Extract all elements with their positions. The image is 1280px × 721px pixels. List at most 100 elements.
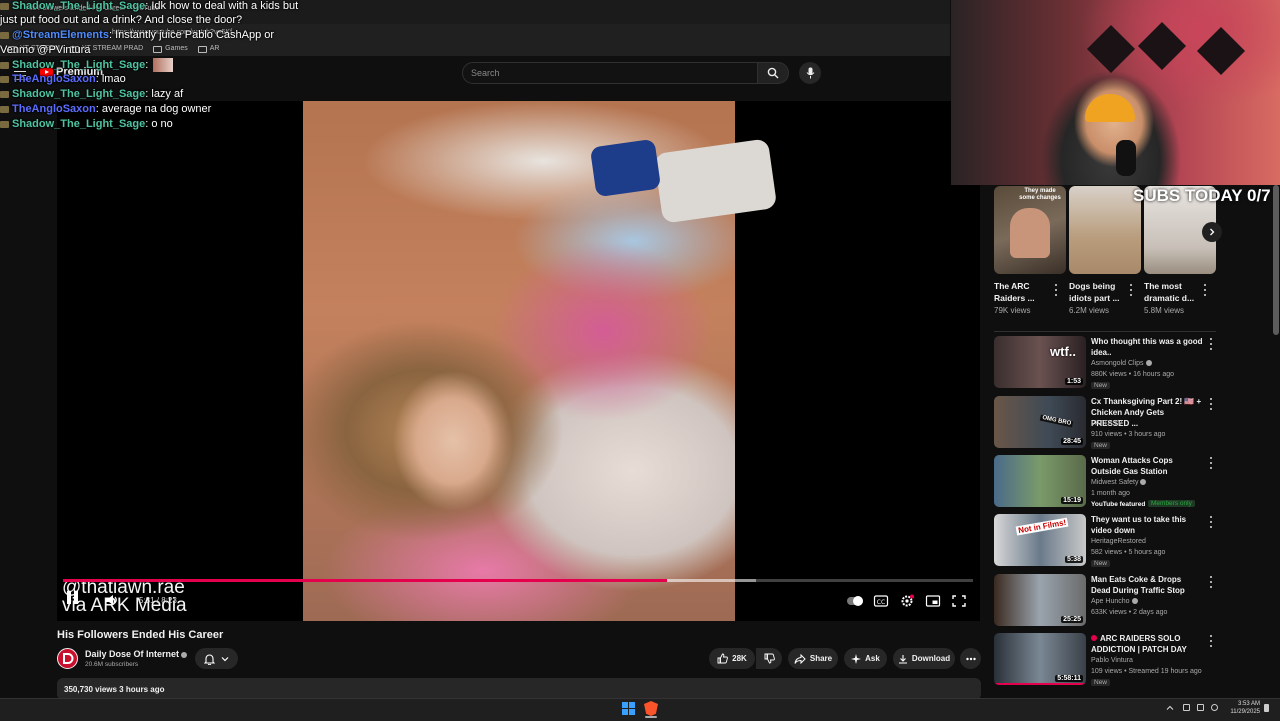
chat-text: average na dog owner: [101, 103, 212, 115]
subscriber-count: 20.6M subscribers: [85, 661, 139, 668]
recommendation-item[interactable]: wtf.. 1:53 Who thought this was a good i…: [994, 336, 1216, 390]
short-thumbnail[interactable]: They made some changes: [994, 186, 1066, 274]
recommendation-channel[interactable]: Pablo Vintura: [1091, 657, 1133, 664]
more-options-icon[interactable]: [1209, 576, 1213, 588]
windows-start-icon[interactable]: [622, 702, 635, 715]
search-input[interactable]: [463, 63, 751, 83]
channel-avatar[interactable]: [57, 648, 78, 669]
folder-icon: [153, 45, 163, 53]
new-badge: New: [1091, 560, 1111, 567]
ask-button[interactable]: Ask: [844, 648, 887, 669]
verified-icon: [1131, 598, 1138, 605]
recommendation-item[interactable]: OMG BRO 28:45 Cx Thanksgiving Part 2! 🇺🇸…: [994, 396, 1216, 450]
short-title[interactable]: The most dramatic d...: [1144, 280, 1202, 304]
chat-username: TheAngloSaxon: [12, 73, 96, 85]
more-actions-button[interactable]: [960, 648, 981, 669]
settings-icon[interactable]: [899, 594, 915, 608]
like-button[interactable]: 28K: [709, 648, 755, 669]
acoustic-panel: [1196, 26, 1246, 76]
volume-tray-icon[interactable]: [1211, 704, 1218, 711]
network-icon[interactable]: [1197, 704, 1204, 711]
recommendation-item[interactable]: 15:19 Woman Attacks Cops Outside Gas Sta…: [994, 455, 1216, 509]
more-options-icon[interactable]: [1129, 284, 1133, 296]
captions-icon[interactable]: CC: [873, 594, 889, 608]
short-thumbnail[interactable]: [1069, 186, 1141, 274]
miniplayer-icon[interactable]: [925, 594, 941, 608]
notification-bell-button[interactable]: [195, 648, 238, 669]
chat-text: just put food out and a drink? And close…: [0, 14, 243, 26]
download-icon: [898, 654, 907, 664]
fullscreen-icon[interactable]: [951, 594, 967, 608]
share-button[interactable]: Share: [788, 648, 838, 669]
recommendation-thumbnail[interactable]: OMG BRO 28:45: [994, 396, 1086, 448]
recommendation-thumbnail[interactable]: 25:25: [994, 574, 1086, 626]
chat-username: @StreamElements: [12, 29, 109, 41]
recommendation-title[interactable]: ARC RAIDERS SOLO ADDICTION | PATCH DAY: [1091, 633, 1203, 655]
bookmark-bar: YT STREAM YT STREAM PRAD Games AR: [0, 42, 950, 56]
more-options-icon[interactable]: [1209, 457, 1213, 469]
recommendation-channel[interactable]: Midwest Safety: [1091, 479, 1147, 486]
recommendation-title[interactable]: Woman Attacks Cops Outside Gas Station: [1091, 455, 1203, 477]
bookmark-item[interactable]: Games: [153, 42, 188, 56]
description-box[interactable]: [57, 678, 981, 700]
bookmark-item[interactable]: AR: [197, 42, 219, 56]
chat-badge-icon: [0, 90, 9, 98]
duration-badge: 15:19: [1061, 497, 1083, 504]
more-options-icon[interactable]: [1209, 516, 1213, 528]
channel-name[interactable]: Daily Dose Of Internet: [85, 649, 188, 659]
recommendation-item[interactable]: 5:58:11 ARC RAIDERS SOLO ADDICTION | PAT…: [994, 633, 1216, 687]
more-options-icon[interactable]: [1054, 284, 1058, 296]
dislike-button[interactable]: [756, 648, 782, 669]
progress-played: [63, 579, 667, 582]
video-title: His Followers Ended His Career: [57, 629, 224, 641]
pause-button[interactable]: [67, 591, 81, 607]
share-icon: [794, 653, 806, 664]
shorts-next-button[interactable]: [1202, 222, 1222, 242]
recommendation-title[interactable]: They want us to take this video down: [1091, 514, 1203, 536]
chat-text: lazy af: [151, 88, 184, 100]
recommendation-channel[interactable]: HeritageRestored: [1091, 538, 1146, 545]
webcam-overlay: [951, 0, 1280, 185]
scrollbar[interactable]: [1273, 185, 1279, 335]
notification-icon[interactable]: [1264, 704, 1269, 712]
autoplay-toggle[interactable]: [847, 596, 863, 606]
recommendation-channel[interactable]: Ape Huncho: [1091, 598, 1138, 605]
recommendation-thumbnail[interactable]: wtf.. 1:53: [994, 336, 1086, 388]
video-player[interactable]: @thatiawn.rae via ARK Media 5:31 / 8:23 …: [57, 101, 980, 621]
verified-icon: [181, 651, 188, 658]
short-thumb-person: [1010, 208, 1050, 258]
recommendation-channel[interactable]: Asmongold Clips: [1091, 360, 1152, 367]
streamer-beanie: [1085, 94, 1135, 122]
download-button[interactable]: Download: [893, 648, 955, 669]
volume-icon[interactable]: [105, 593, 121, 607]
recommendation-item[interactable]: Not in Films! 5:38 They want us to take …: [994, 514, 1216, 568]
short-title[interactable]: Dogs being idiots part ...: [1069, 280, 1127, 304]
recommendation-title[interactable]: Who thought this was a good idea..: [1091, 336, 1203, 358]
more-options-icon[interactable]: [1209, 398, 1213, 410]
recommendation-item[interactable]: 25:25 Man Eats Coke & Drops Dead During …: [994, 574, 1216, 628]
chat-username: Shadow_The_Light_Sage: [12, 0, 146, 12]
video-frame[interactable]: [303, 101, 778, 621]
microphone-tray-icon[interactable]: [1183, 704, 1190, 711]
more-options-icon[interactable]: [1209, 635, 1213, 647]
more-options-icon[interactable]: [1203, 284, 1207, 296]
recommendation-channel[interactable]: VATTA TV: [1091, 420, 1122, 427]
search-box[interactable]: [462, 62, 758, 84]
chat-text: Venmo @PVintura: [0, 44, 91, 56]
channel-logo-icon: [63, 653, 74, 664]
recommendation-title[interactable]: Man Eats Coke & Drops Dead During Traffi…: [1091, 574, 1203, 596]
chat-badge-icon: [0, 2, 9, 10]
chat-badge-icon: [0, 120, 9, 128]
recommendation-thumbnail[interactable]: 15:19: [994, 455, 1086, 507]
more-horizontal-icon: [965, 657, 976, 660]
more-options-icon[interactable]: [1209, 338, 1213, 350]
short-title[interactable]: The ARC Raiders ...: [994, 280, 1052, 304]
tray-chevron-up-icon[interactable]: [1166, 704, 1174, 712]
search-button[interactable]: [757, 62, 789, 84]
chat-text: Instantly juice Pablo CashApp or: [115, 29, 275, 41]
voice-search-button[interactable]: [799, 62, 821, 84]
new-badge: New: [1091, 442, 1111, 449]
recommendation-thumbnail[interactable]: 5:58:11: [994, 633, 1086, 685]
recommendation-thumbnail[interactable]: Not in Films! 5:38: [994, 514, 1086, 566]
tray-clock[interactable]: 3:53 AM 11/29/2025: [1225, 700, 1260, 716]
